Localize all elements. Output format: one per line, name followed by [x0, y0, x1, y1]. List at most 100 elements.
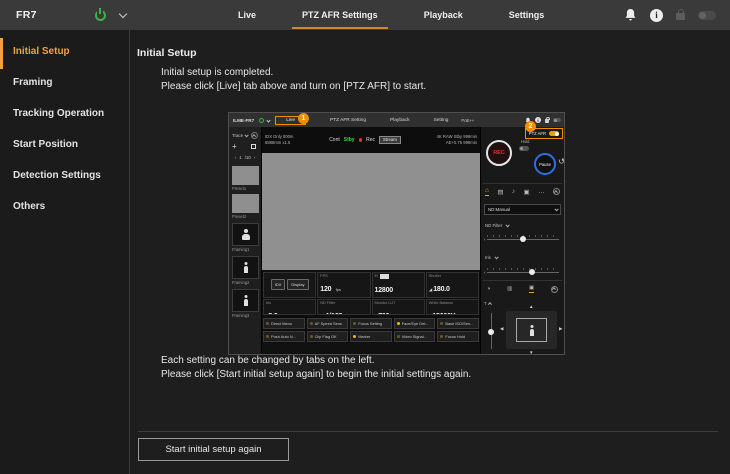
- home-icon: ⌂: [485, 187, 489, 196]
- mini-power-icon: [259, 118, 264, 123]
- mini-hold-label: Hold: [521, 139, 529, 144]
- mini-nd-filter-label: ND Filter: [485, 223, 509, 228]
- mini-framing2-label: Framing2: [232, 280, 258, 285]
- start-initial-setup-again-button[interactable]: Start initial setup again: [138, 438, 289, 461]
- mini-framing1-label: Framing1: [232, 247, 258, 252]
- person-full-icon: [241, 295, 250, 306]
- mini-nd-filter-slider: ‹: [484, 235, 559, 243]
- instruction-screenshot: 1 2 ILME-FR7 Live PTZ AFR Setting Playba…: [228, 112, 565, 355]
- power-icon[interactable]: [95, 10, 106, 21]
- mini-preset-panel: Trace + ‹ 1 /10 › Preset1 Preset2 Framin…: [229, 127, 262, 355]
- mini-fn-base-iso: Base ISO/Sen...: [437, 318, 479, 329]
- mini-lock-toggle: [553, 118, 561, 122]
- mini-trace-chevron-icon: [245, 134, 249, 138]
- mini-status-bar: IDX Only 000m 8888mm x1.5 Cont Stby Rec …: [262, 127, 480, 153]
- mini-preset1-thumbnail: [232, 166, 259, 185]
- mini-poe-status: PoE++: [461, 118, 474, 123]
- mini-tele-label: T: [484, 301, 491, 306]
- mini-cont-label: Cont: [329, 137, 340, 143]
- mini-video-area: [262, 153, 480, 270]
- mini-pager-total: /10: [245, 155, 251, 160]
- mini-preset1-label: Preset1: [232, 186, 258, 191]
- mini-tile-white-balance: White Balance A:15000K ±99: [426, 299, 479, 316]
- sidebar-item-detection-settings[interactable]: Detection Settings: [0, 162, 129, 193]
- mini-fn-direct-menu: Direct Menu: [263, 318, 305, 329]
- mini-tile-fps: FPS 120 fps: [317, 272, 370, 298]
- intro-line-1: Initial setup is completed.: [161, 66, 426, 80]
- mini-lens-line2: 8888mm x1.5: [265, 140, 293, 146]
- mini-rec-button: REC: [486, 140, 512, 166]
- app-title: FR7: [16, 9, 37, 21]
- mini-tile-buttons: IDX Display: [263, 272, 316, 298]
- sidebar: Initial Setup Framing Tracking Operation…: [0, 30, 130, 474]
- tab-playback[interactable]: Playback: [416, 0, 471, 30]
- sidebar-item-initial-setup[interactable]: Initial Setup: [0, 38, 129, 69]
- framing-mode-icon: ▣: [529, 285, 534, 293]
- audio-icon: ♪: [512, 188, 515, 195]
- mini-body: Trace + ‹ 1 /10 › Preset1 Preset2 Framin…: [229, 127, 564, 355]
- mini-camera-title: ILME-FR7: [233, 118, 254, 123]
- mini-pager-prev-icon: ‹: [235, 155, 236, 160]
- mini-preset2-thumbnail: [232, 194, 259, 213]
- sidebar-item-framing[interactable]: Framing: [0, 69, 129, 100]
- mini-add-preset-icon: +: [232, 143, 237, 151]
- mini-chevron-down-icon: [267, 118, 271, 122]
- mini-iris-slider: ‹: [484, 268, 559, 276]
- mini-rec-dot-icon: [359, 138, 363, 142]
- tab-ptz-afr-settings[interactable]: PTZ AFR Settings: [294, 0, 386, 30]
- mini-zoom-slider-knob: [488, 329, 494, 335]
- mini-tile-shutter: Shutter ◢180.0: [426, 272, 479, 298]
- mini-nd-mode-dropdown: ND:Manual: [484, 204, 561, 215]
- chevron-down-icon[interactable]: [119, 10, 127, 18]
- mini-fn-focus-setting: Focus Setting: [350, 318, 392, 329]
- collapse-circle-icon: [553, 188, 560, 195]
- mini-ei-chip: [380, 274, 389, 279]
- person-full-icon: [241, 262, 250, 273]
- tilt-up-arrow-icon: ▲: [529, 304, 533, 309]
- tab-settings[interactable]: Settings: [501, 0, 553, 30]
- mini-trace-label: Trace: [232, 133, 243, 138]
- notifications-bell-icon[interactable]: [624, 8, 637, 22]
- mini-ptz-mode-icons: ◑ ▥ ▣: [487, 285, 558, 293]
- sidebar-item-others[interactable]: Others: [0, 193, 129, 224]
- mini-tile-nd-filter: ND Filter ND1/128: [317, 299, 370, 316]
- tab-live[interactable]: Live: [230, 0, 264, 30]
- intro-text: Initial setup is completed. Please click…: [161, 66, 426, 94]
- pan-tilt-icon: ◑: [487, 286, 490, 292]
- mini-ptz-pad: [506, 311, 557, 349]
- mini-info-icon: i: [535, 117, 541, 123]
- mini-fn-focus-hold: Focus Hold: [437, 331, 479, 342]
- mini-tab-playback: Playback: [390, 118, 409, 123]
- mini-fn-face-eye-det: Face/Eye Det...: [394, 318, 436, 329]
- mini-tile-monitor-lut: Monitor LUT s709: [372, 299, 425, 316]
- mini-fn-marker: Marker: [350, 331, 392, 342]
- mini-framing2-thumbnail: [232, 256, 259, 279]
- person-bust-icon: [241, 229, 250, 240]
- more-icon: …: [538, 188, 545, 195]
- mini-framing1-thumbnail: [232, 223, 259, 246]
- lock-toggle[interactable]: [698, 11, 716, 20]
- sidebar-item-tracking-operation[interactable]: Tracking Operation: [0, 100, 129, 131]
- sidebar-item-start-position[interactable]: Start Position: [0, 131, 129, 162]
- mini-stop-icon: [251, 144, 256, 149]
- info-icon[interactable]: i: [650, 9, 663, 22]
- mini-tile-ei: EI 12800: [372, 272, 425, 298]
- mini-media-status: 4K RAW Stby 999min AE+0.75 999min: [437, 134, 477, 146]
- mini-reset-icon: ↺: [558, 157, 565, 166]
- mini-stby-label: Stby: [344, 137, 355, 143]
- topbar-icons: i: [624, 0, 716, 30]
- mini-fn-video-signal: Video Signal...: [394, 331, 436, 342]
- mini-rec-label: Rec: [366, 137, 375, 143]
- mini-media-line2: AE+0.75 999min: [437, 140, 477, 146]
- mini-wide-label: W: [484, 353, 493, 355]
- mini-topbar: ILME-FR7 Live PTZ AFR Setting Playback S…: [229, 113, 564, 127]
- outro-line-1: Each setting can be changed by tabs on t…: [161, 354, 471, 368]
- mini-pager-page: 1: [239, 155, 241, 160]
- mini-tab-setting: Setting: [433, 118, 448, 123]
- mini-monitor-panel: IDX Only 000m 8888mm x1.5 Cont Stby Rec …: [262, 127, 480, 355]
- pan-left-arrow-icon: ◀: [500, 326, 503, 332]
- mini-iris-label: Iris: [485, 255, 497, 260]
- collapse-circle-icon: [551, 286, 558, 293]
- preset-grid-icon: ▤: [497, 188, 503, 196]
- tilt-down-arrow-icon: ▼: [529, 350, 533, 355]
